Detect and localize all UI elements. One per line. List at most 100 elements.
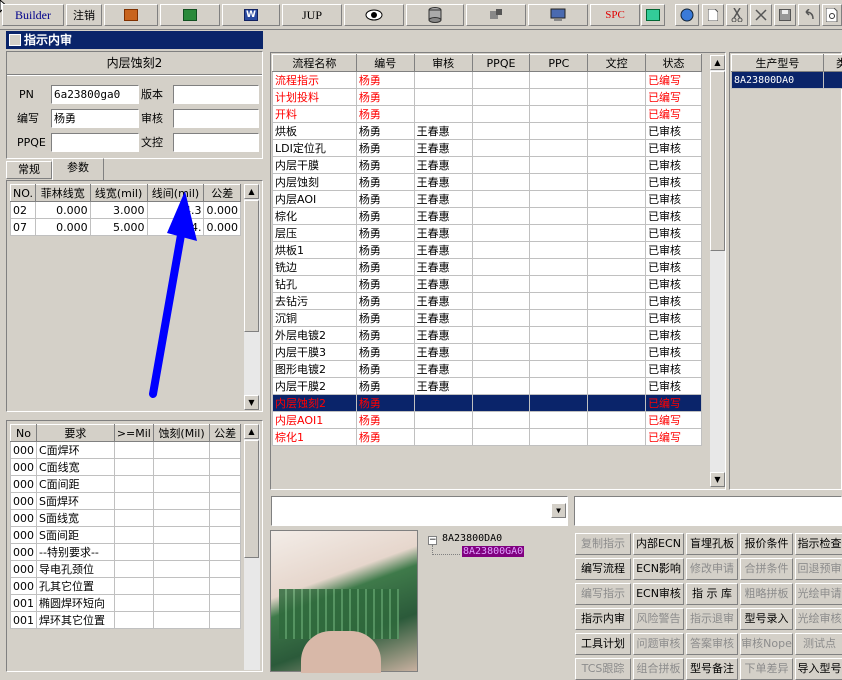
flow-name-cell[interactable]: 层压: [273, 225, 357, 242]
req-text-cell[interactable]: C面线宽: [37, 459, 115, 476]
flow-review-cell[interactable]: [414, 429, 472, 446]
flow-review-cell[interactable]: 王春惠: [414, 378, 472, 395]
flow-ppqe-cell[interactable]: [472, 174, 530, 191]
flow-wenkong-cell[interactable]: [588, 293, 646, 310]
action-button[interactable]: 修改申请: [686, 558, 738, 580]
flow-review-cell[interactable]: 王春惠: [414, 276, 472, 293]
req-col-etch[interactable]: 蚀刻(Mil): [153, 425, 209, 442]
flow-wenkong-cell[interactable]: [588, 89, 646, 106]
scroll-down-icon[interactable]: ▼: [244, 395, 259, 410]
version-field[interactable]: [173, 85, 259, 104]
flow-name-cell[interactable]: 内层蚀刻: [273, 174, 357, 191]
action-button[interactable]: 问题审核: [633, 633, 684, 655]
flow-review-cell[interactable]: 王春惠: [414, 174, 472, 191]
flow-review-cell[interactable]: 王春惠: [414, 225, 472, 242]
action-button[interactable]: 工具计划: [575, 633, 631, 655]
flow-status-cell[interactable]: 已审核: [646, 344, 702, 361]
flow-ppqe-cell[interactable]: [472, 106, 530, 123]
req-value-cell[interactable]: [153, 510, 209, 527]
flow-review-cell[interactable]: 王春惠: [414, 293, 472, 310]
action-button[interactable]: 粗略拼板: [740, 583, 793, 605]
flow-row[interactable]: 烘板1杨勇王春惠已审核: [273, 242, 702, 259]
col-line-width[interactable]: 线宽(mil): [90, 185, 147, 202]
requirement-row[interactable]: 000C面线宽: [11, 459, 241, 476]
flow-code-cell[interactable]: 杨勇: [356, 361, 414, 378]
combo-right[interactable]: [574, 496, 842, 526]
req-value-cell[interactable]: [210, 476, 241, 493]
flow-ppqe-cell[interactable]: [472, 89, 530, 106]
save-icon[interactable]: [774, 4, 796, 26]
requirement-row[interactable]: 001焊环其它位置: [11, 612, 241, 629]
flow-ppc-cell[interactable]: [530, 157, 588, 174]
flow-col-header[interactable]: PPC: [530, 55, 588, 72]
scroll-thumb[interactable]: [244, 440, 259, 558]
flow-ppqe-cell[interactable]: [472, 72, 530, 89]
flow-review-cell[interactable]: [414, 89, 472, 106]
flow-ppqe-cell[interactable]: [472, 259, 530, 276]
flow-ppc-cell[interactable]: [530, 191, 588, 208]
action-button[interactable]: ECN审核: [633, 583, 684, 605]
scroll-up-icon[interactable]: ▲: [710, 55, 725, 70]
flow-review-cell[interactable]: 王春惠: [414, 242, 472, 259]
action-button[interactable]: 盲埋孔板: [686, 533, 738, 555]
flow-name-cell[interactable]: 内层干膜2: [273, 378, 357, 395]
req-text-cell[interactable]: 焊环其它位置: [37, 612, 115, 629]
action-button[interactable]: 内部ECN: [633, 533, 684, 555]
flow-review-cell[interactable]: [414, 106, 472, 123]
flow-wenkong-cell[interactable]: [588, 378, 646, 395]
req-no-cell[interactable]: 000: [11, 544, 37, 561]
flow-code-cell[interactable]: 杨勇: [356, 174, 414, 191]
req-value-cell[interactable]: [210, 561, 241, 578]
param-cell[interactable]: 0.000: [204, 219, 241, 236]
flow-col-header[interactable]: 审核: [414, 55, 472, 72]
flow-code-cell[interactable]: 杨勇: [356, 344, 414, 361]
flow-name-cell[interactable]: 计划投料: [273, 89, 357, 106]
flow-row[interactable]: 图形电镀2杨勇王春惠已审核: [273, 361, 702, 378]
req-value-cell[interactable]: [114, 476, 153, 493]
flow-ppqe-cell[interactable]: [472, 429, 530, 446]
req-col-no[interactable]: No: [11, 425, 37, 442]
req-text-cell[interactable]: S面线宽: [37, 510, 115, 527]
param-row[interactable]: 020.0003.0004.30.000: [11, 202, 241, 219]
flow-status-cell[interactable]: 已审核: [646, 361, 702, 378]
flow-row[interactable]: 棕化杨勇王春惠已审核: [273, 208, 702, 225]
req-no-cell[interactable]: 000: [11, 493, 37, 510]
action-button[interactable]: 组合拼板: [633, 658, 684, 680]
action-button[interactable]: 型号录入: [740, 608, 793, 630]
action-button[interactable]: 回退预审: [795, 558, 842, 580]
flow-row[interactable]: 沉铜杨勇王春惠已审核: [273, 310, 702, 327]
req-col-requirement[interactable]: 要求: [37, 425, 115, 442]
param-cell[interactable]: 07: [11, 219, 36, 236]
req-no-cell[interactable]: 001: [11, 612, 37, 629]
excel-icon[interactable]: [160, 4, 220, 26]
flow-ppqe-cell[interactable]: [472, 276, 530, 293]
req-no-cell[interactable]: 000: [11, 459, 37, 476]
req-value-cell[interactable]: [114, 612, 153, 629]
flow-status-cell[interactable]: 已审核: [646, 378, 702, 395]
flow-status-cell[interactable]: 已审核: [646, 208, 702, 225]
tab-params[interactable]: 参数: [52, 158, 104, 180]
flow-wenkong-cell[interactable]: [588, 208, 646, 225]
flow-status-cell[interactable]: 已审核: [646, 191, 702, 208]
flow-wenkong-cell[interactable]: [588, 72, 646, 89]
scroll-thumb[interactable]: [244, 200, 259, 332]
flow-row[interactable]: 层压杨勇王春惠已审核: [273, 225, 702, 242]
flow-row[interactable]: 内层干膜2杨勇王春惠已审核: [273, 378, 702, 395]
flow-ppqe-cell[interactable]: [472, 242, 530, 259]
req-no-cell[interactable]: 000: [11, 561, 37, 578]
scroll-up-icon[interactable]: ▲: [244, 184, 259, 199]
flow-name-cell[interactable]: 沉铜: [273, 310, 357, 327]
tools-icon[interactable]: [466, 4, 526, 26]
flow-wenkong-cell[interactable]: [588, 191, 646, 208]
report-icon[interactable]: [641, 4, 665, 26]
flow-name-cell[interactable]: 烘板: [273, 123, 357, 140]
col-film-width[interactable]: 菲林线宽: [35, 185, 90, 202]
req-text-cell[interactable]: 孔其它位置: [37, 578, 115, 595]
col-product-model[interactable]: 生产型号: [732, 55, 824, 72]
spc-button[interactable]: SPC: [590, 4, 640, 26]
flow-row[interactable]: 内层干膜杨勇王春惠已审核: [273, 157, 702, 174]
flow-code-cell[interactable]: 杨勇: [356, 310, 414, 327]
flow-wenkong-cell[interactable]: [588, 412, 646, 429]
flow-status-cell[interactable]: 已编写: [646, 72, 702, 89]
flow-row[interactable]: 铣边杨勇王春惠已审核: [273, 259, 702, 276]
